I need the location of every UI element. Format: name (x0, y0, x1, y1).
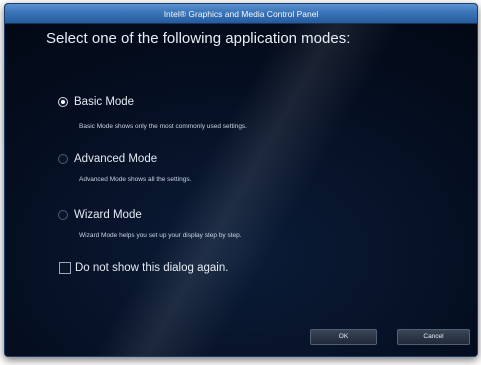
basic-mode-description: Basic Mode shows only the most commonly … (79, 123, 247, 130)
advanced-mode-description: Advanced Mode shows all the settings. (79, 176, 192, 183)
dont-show-again-checkbox[interactable] (59, 262, 71, 274)
ok-button[interactable]: OK (310, 329, 377, 345)
wizard-mode-radio[interactable] (58, 210, 68, 220)
advanced-mode-option[interactable]: Advanced Mode (58, 153, 157, 165)
dont-show-again-option[interactable]: Do not show this dialog again. (59, 262, 228, 274)
title-bar[interactable]: Intel® Graphics and Media Control Panel (5, 4, 477, 24)
dialog-window: Intel® Graphics and Media Control Panel (4, 3, 478, 357)
dialog-heading: Select one of the following application … (46, 30, 351, 47)
basic-mode-label: Basic Mode (74, 96, 135, 108)
window-title: Intel® Graphics and Media Control Panel (163, 9, 319, 19)
basic-mode-radio[interactable] (58, 97, 68, 107)
dialog-content (5, 24, 477, 356)
wizard-mode-description: Wizard Mode helps you set up your displa… (79, 232, 242, 239)
advanced-mode-radio[interactable] (58, 154, 68, 164)
advanced-mode-label: Advanced Mode (74, 153, 158, 165)
wizard-mode-label: Wizard Mode (74, 209, 142, 221)
wizard-mode-option[interactable]: Wizard Mode (58, 209, 142, 221)
dont-show-again-label: Do not show this dialog again. (75, 262, 229, 274)
cancel-button[interactable]: Cancel (397, 329, 470, 345)
basic-mode-option[interactable]: Basic Mode (58, 96, 134, 108)
